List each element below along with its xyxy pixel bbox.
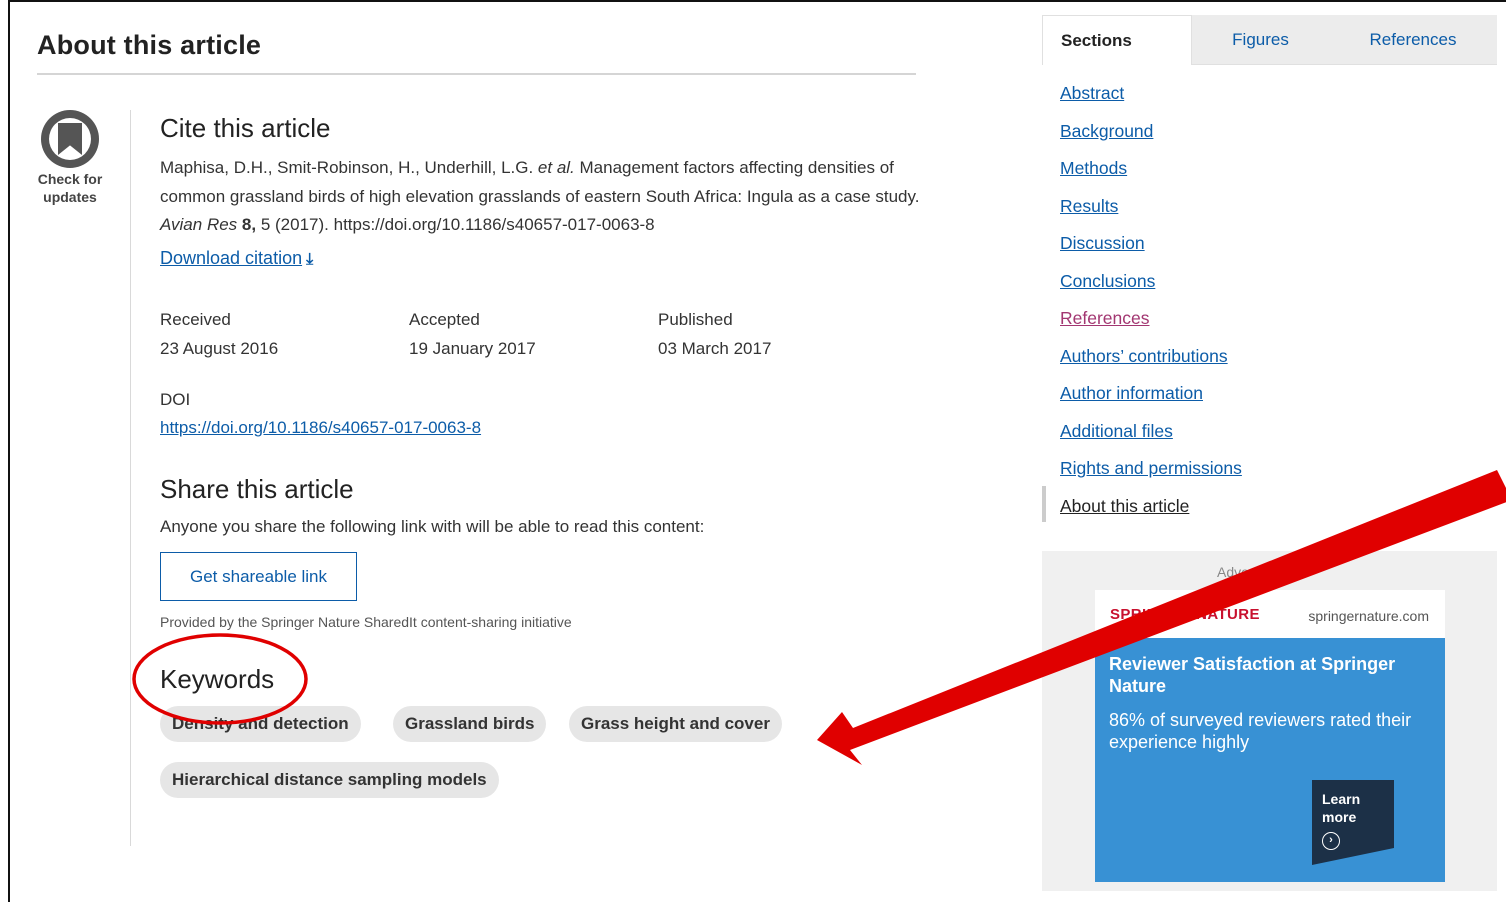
- check-for-updates-icon: [41, 110, 99, 168]
- keywords-heading: Keywords: [160, 664, 275, 694]
- ad-url: springernature.com: [1308, 608, 1429, 624]
- published-value: 03 March 2017: [658, 339, 772, 358]
- advertisement-label: Advertisement: [1217, 564, 1307, 580]
- accepted-label: Accepted: [409, 310, 480, 329]
- sidebar-tabs: Sections Figures References: [1042, 15, 1497, 65]
- nav-abstract[interactable]: Abstract: [1060, 81, 1242, 119]
- accepted-value: 19 January 2017: [409, 339, 536, 358]
- nav-discussion[interactable]: Discussion: [1060, 231, 1242, 269]
- arrow-circle-icon: ›: [1322, 832, 1340, 850]
- ad-subtext: 86% of surveyed reviewers rated their ex…: [1109, 710, 1412, 752]
- published-date: Published 03 March 2017: [658, 305, 771, 363]
- tab-references[interactable]: References: [1329, 15, 1497, 65]
- tab-figures[interactable]: Figures: [1192, 15, 1329, 65]
- nav-references[interactable]: References: [1060, 306, 1242, 344]
- current-section-marker: [1042, 486, 1046, 522]
- tab-sections[interactable]: Sections: [1042, 15, 1192, 65]
- learn-more-button[interactable]: Learn more ›: [1312, 780, 1394, 865]
- ad-header: SPRINGER NATURE springernature.com: [1095, 590, 1445, 638]
- download-citation-label: Download citation: [160, 248, 303, 268]
- nav-authors-contributions[interactable]: Authors’ contributions: [1060, 344, 1242, 382]
- keyword-chip-grass-height[interactable]: Grass height and cover: [569, 706, 782, 742]
- received-date: Received 23 August 2016: [160, 305, 278, 363]
- nav-background[interactable]: Background: [1060, 119, 1242, 157]
- sections-nav: Abstract Background Methods Results Disc…: [1060, 81, 1242, 531]
- advertisement-banner[interactable]: SPRINGER NATURE springernature.com Revie…: [1095, 590, 1445, 882]
- keyword-chip-density[interactable]: Density and detection: [160, 706, 361, 742]
- citation-etal: et al.: [537, 158, 575, 177]
- accepted-date: Accepted 19 January 2017: [409, 305, 536, 363]
- check-for-updates[interactable]: Check for updates: [30, 110, 110, 206]
- check-for-updates-label: Check for updates: [37, 171, 103, 205]
- received-value: 23 August 2016: [160, 339, 279, 358]
- nav-author-information[interactable]: Author information: [1060, 381, 1242, 419]
- citation-rest: 5 (2017). https://doi.org/10.1186/s40657…: [260, 215, 655, 234]
- share-heading: Share this article: [160, 474, 354, 504]
- doi-link[interactable]: https://doi.org/10.1186/s40657-017-0063-…: [160, 418, 481, 438]
- cite-heading: Cite this article: [160, 113, 331, 143]
- title-divider: [37, 73, 916, 75]
- learn-more-label: Learn more: [1322, 791, 1361, 825]
- download-icon: ⤓: [306, 251, 314, 268]
- citation-journal: Avian Res: [160, 215, 238, 234]
- springer-nature-logo: SPRINGER NATURE: [1110, 606, 1260, 623]
- keyword-chip-hierarchical[interactable]: Hierarchical distance sampling models: [160, 762, 499, 798]
- citation-text: Maphisa, D.H., Smit-Robinson, H., Underh…: [160, 154, 920, 240]
- get-shareable-link-button[interactable]: Get shareable link: [160, 552, 357, 601]
- published-label: Published: [658, 310, 733, 329]
- doi-label: DOI: [160, 390, 191, 409]
- nav-conclusions[interactable]: Conclusions: [1060, 269, 1242, 307]
- share-description: Anyone you share the following link with…: [160, 517, 705, 536]
- nav-additional-files[interactable]: Additional files: [1060, 419, 1242, 457]
- page-title: About this article: [37, 30, 262, 60]
- nav-methods[interactable]: Methods: [1060, 156, 1242, 194]
- ad-headline: Reviewer Satisfaction at Springer Nature: [1109, 654, 1396, 696]
- sharedit-note: Provided by the Springer Nature SharedIt…: [160, 614, 572, 630]
- download-citation-link[interactable]: Download citation ⤓: [160, 248, 313, 269]
- nav-rights-permissions[interactable]: Rights and permissions: [1060, 456, 1242, 494]
- citation-volume: 8,: [241, 215, 257, 234]
- received-label: Received: [160, 310, 231, 329]
- citation-authors: Maphisa, D.H., Smit-Robinson, H., Underh…: [160, 158, 534, 177]
- nav-about-article[interactable]: About this article: [1060, 494, 1242, 532]
- content-divider: [130, 110, 131, 846]
- nav-results[interactable]: Results: [1060, 194, 1242, 232]
- keyword-chip-grassland-birds[interactable]: Grassland birds: [393, 706, 547, 742]
